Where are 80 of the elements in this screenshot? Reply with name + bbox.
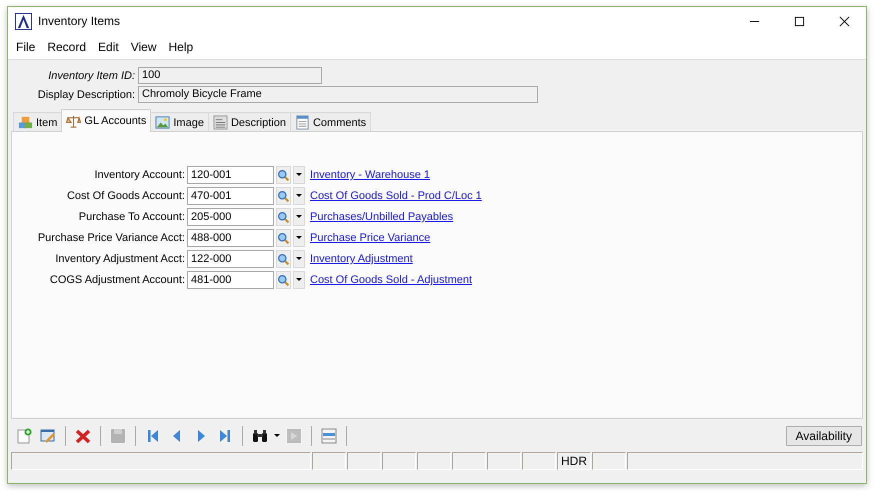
new-document-icon[interactable] bbox=[16, 428, 32, 444]
dropdown-button[interactable] bbox=[293, 229, 305, 247]
status-panel: HDR bbox=[557, 452, 591, 470]
search-icon bbox=[277, 210, 290, 224]
field-label: COGS Adjustment Account: bbox=[48, 274, 185, 286]
account-link[interactable]: Purchases/Unbilled Payables bbox=[307, 211, 482, 223]
account-link[interactable]: Inventory - Warehouse 1 bbox=[307, 169, 482, 181]
caret-icon bbox=[296, 236, 302, 240]
field-label: Cost Of Goods Account: bbox=[66, 190, 185, 202]
caret-icon bbox=[296, 278, 302, 282]
search-icon bbox=[277, 232, 290, 244]
dropdown-button[interactable] bbox=[293, 271, 305, 289]
close-icon[interactable] bbox=[839, 16, 850, 26]
account-link[interactable]: Cost Of Goods Sold - Prod C/Loc 1 bbox=[307, 190, 482, 202]
status-panel bbox=[522, 452, 556, 470]
app-logo-icon bbox=[15, 12, 32, 30]
dropdown-button[interactable] bbox=[293, 208, 305, 226]
search-icon bbox=[277, 252, 290, 266]
menu-item[interactable]: File bbox=[10, 40, 42, 54]
search-button[interactable] bbox=[276, 229, 291, 247]
input-field[interactable]: 100 bbox=[138, 67, 322, 84]
search-button[interactable] bbox=[276, 187, 291, 205]
account-field[interactable]: 481-000 bbox=[187, 271, 274, 289]
caret-icon[interactable] bbox=[274, 434, 280, 438]
caret-icon bbox=[296, 173, 302, 177]
status-panel bbox=[452, 452, 486, 470]
tab[interactable]: GL Accounts bbox=[61, 109, 152, 132]
edit-form-icon[interactable] bbox=[40, 428, 56, 444]
field-label: Inventory Adjustment Acct: bbox=[54, 253, 185, 265]
field-label: Inventory Account: bbox=[94, 169, 185, 181]
image-icon bbox=[155, 115, 170, 130]
field-label: Purchase To Account: bbox=[78, 211, 185, 223]
delete-icon[interactable] bbox=[75, 428, 91, 444]
field-label: Inventory Item ID: bbox=[47, 70, 135, 82]
search-icon bbox=[277, 168, 290, 182]
status-panel bbox=[487, 452, 521, 470]
window-title: Inventory Items bbox=[38, 14, 120, 28]
account-link[interactable]: Purchase Price Variance bbox=[307, 232, 482, 244]
dropdown-button[interactable] bbox=[293, 187, 305, 205]
tab[interactable]: Item bbox=[13, 112, 62, 132]
boxes-icon bbox=[18, 115, 33, 130]
menu-item[interactable]: Record bbox=[41, 40, 92, 54]
menu-item[interactable]: Help bbox=[162, 40, 200, 54]
dropdown-button[interactable] bbox=[293, 166, 305, 184]
status-panel bbox=[417, 452, 451, 470]
caret-icon bbox=[296, 194, 302, 198]
availability-button[interactable]: Availability bbox=[786, 426, 862, 446]
search-button[interactable] bbox=[276, 271, 291, 289]
menu-item[interactable]: Edit bbox=[92, 40, 125, 54]
account-field[interactable]: 120-001 bbox=[187, 166, 274, 184]
search-button[interactable] bbox=[276, 166, 291, 184]
tab[interactable]: Description bbox=[208, 112, 291, 132]
menu-item[interactable]: View bbox=[124, 40, 163, 54]
search-icon bbox=[277, 274, 290, 286]
account-link[interactable]: Cost Of Goods Sold - Adjustment bbox=[307, 274, 482, 286]
account-field[interactable]: 470-001 bbox=[187, 187, 274, 205]
search-button[interactable] bbox=[276, 250, 291, 268]
search-button[interactable] bbox=[276, 208, 291, 226]
tab[interactable]: Comments bbox=[290, 112, 372, 132]
binoculars-icon[interactable] bbox=[252, 428, 268, 444]
maximize-icon[interactable] bbox=[794, 16, 805, 26]
text-lines-icon bbox=[212, 115, 228, 130]
account-field[interactable]: 205-000 bbox=[187, 208, 274, 226]
account-field[interactable]: 488-000 bbox=[187, 229, 274, 247]
list-icon[interactable] bbox=[321, 428, 337, 444]
first-record-icon[interactable] bbox=[145, 428, 161, 444]
input-field[interactable]: Chromoly Bicycle Frame bbox=[138, 86, 538, 103]
tab[interactable]: Image bbox=[150, 112, 209, 132]
dropdown-button[interactable] bbox=[293, 250, 305, 268]
caret-icon bbox=[296, 215, 302, 219]
scale-icon bbox=[66, 114, 82, 128]
account-field[interactable]: 122-000 bbox=[187, 250, 274, 268]
status-panel bbox=[382, 452, 416, 470]
field-label: Purchase Price Variance Acct: bbox=[36, 232, 185, 244]
last-record-icon[interactable] bbox=[217, 428, 233, 444]
caret-icon bbox=[296, 257, 302, 261]
field-label: Display Description: bbox=[36, 88, 135, 100]
search-icon bbox=[277, 190, 290, 202]
account-link[interactable]: Inventory Adjustment bbox=[307, 253, 482, 265]
status-panel bbox=[347, 452, 381, 470]
